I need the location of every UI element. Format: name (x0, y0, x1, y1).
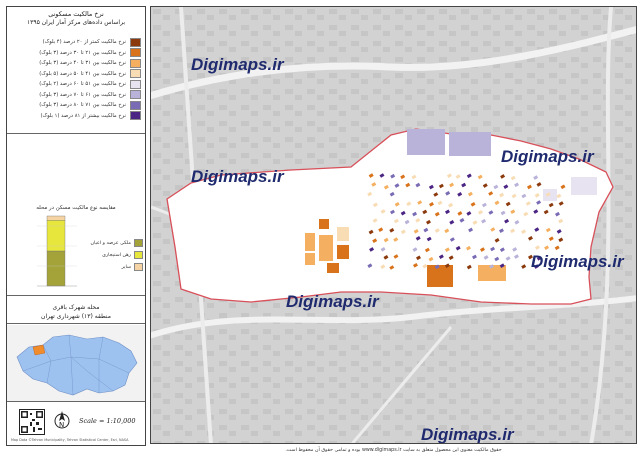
map-scale: Scale = 1:10,000 (79, 417, 136, 425)
legend-divider (7, 133, 145, 134)
chart-legend-swatch (134, 263, 143, 271)
neighborhood-name: محله شهرک باقری (52, 304, 100, 311)
parcel-west-e (327, 263, 339, 273)
parcel-purple-north-b (449, 132, 491, 156)
parcel-west-f (337, 227, 349, 241)
legend-swatch (130, 37, 141, 47)
legend-swatch (130, 48, 141, 58)
legend-item: نرخ مالکیت بین ۷۱ تا ۸۰ درصد (۳ بلوک) (11, 100, 141, 111)
legend-item: نرخ مالکیت بین ۲۱ تا ۳۰ درصد (۳ بلوک) (11, 48, 141, 59)
parcel-purple-north-a (407, 129, 445, 155)
district-13-marker (32, 344, 46, 356)
chart-legend-label: ملکی عرصه و اعیان (90, 240, 131, 246)
legend-item-label: نرخ مالکیت بین ۴۱ تا ۵۰ درصد (۵ بلوک) (39, 70, 126, 77)
legend-item: نرخ مالکیت بین ۴۱ تا ۵۰ درصد (۵ بلوک) (11, 69, 141, 80)
legend-item: نرخ مالکیت بیشتر از ۸۱ درصد (۱ بلوک) (11, 111, 141, 122)
chart-bar-owned (46, 250, 66, 287)
locator-inset-map (7, 325, 145, 401)
watermark-4: Digimaps.ir (286, 292, 379, 311)
chart-legend-label: سایر (121, 264, 131, 270)
location-divider (7, 295, 145, 296)
parcel-orange-south-a (427, 265, 453, 287)
legend-swatch (130, 58, 141, 68)
inset-divider-bottom (7, 401, 145, 402)
legend-item-label: نرخ مالکیت کمتر از ۲۰ درصد (۴ بلوک) (42, 39, 126, 46)
legend-panel: نرخ مالکیت مسکونی براساس داده‌های مرکز آ… (6, 6, 146, 446)
legend-item: نرخ مالکیت بین ۵۱ تا ۶۰ درصد (۲ بلوک) (11, 79, 141, 90)
legend-swatch (130, 69, 141, 79)
chart-bar-other (46, 215, 66, 221)
svg-text:N: N (59, 421, 64, 429)
district-name: منطقه (۱۳) شهرداری تهران (41, 313, 111, 320)
inset-divider-top (7, 323, 145, 324)
north-arrow-icon: N (53, 409, 71, 431)
legend-subtitle: براساس داده‌های مرکز آمار ایران ۱۳۹۵ (26, 19, 126, 26)
legend-item: نرخ مالکیت کمتر از ۲۰ درصد (۴ بلوک) (11, 37, 141, 48)
legend-item-label: نرخ مالکیت بین ۷۱ تا ۸۰ درصد (۳ بلوک) (39, 102, 126, 109)
legend-item-label: نرخ مالکیت بیشتر از ۸۱ درصد (۱ بلوک) (40, 112, 126, 119)
legend-swatch (130, 111, 141, 121)
watermark-3: Digimaps.ir (191, 167, 284, 186)
chart-legend-item: رهن استیجاری (87, 249, 143, 261)
chart-legend-label: رهن استیجاری (102, 252, 131, 258)
map-sheet: نرخ مالکیت مسکونی براساس داده‌های مرکز آ… (0, 0, 643, 461)
legend-item-label: نرخ مالکیت بین ۲۱ تا ۳۰ درصد (۳ بلوک) (39, 49, 126, 56)
legend-swatch (130, 100, 141, 110)
copyright-footer: حقوق مالکیت معنوی این محصول متعلق به سای… (285, 448, 502, 453)
qr-code (19, 409, 45, 435)
chart-legend-swatch (134, 251, 143, 259)
watermark-5: Digimaps.ir (531, 252, 624, 271)
chart-bar-rent (46, 219, 66, 252)
parcel-west-a (305, 233, 315, 251)
map-canvas[interactable]: Digimaps.ir Digimaps.ir Digimaps.ir Digi… (150, 6, 637, 444)
chart-legend-item: ملکی عرصه و اعیان (87, 237, 143, 249)
watermark-1: Digimaps.ir (191, 55, 284, 74)
legend-swatch (130, 90, 141, 100)
parcel-west-d (319, 235, 333, 261)
legend-item: نرخ مالکیت بین ۳۱ تا ۴۰ درصد (۳ بلوک) (11, 58, 141, 69)
chart-legend-swatch (134, 239, 143, 247)
legend-list: نرخ مالکیت کمتر از ۲۰ درصد (۴ بلوک) نرخ م… (11, 37, 141, 121)
watermark-2: Digimaps.ir (501, 147, 594, 166)
legend-item-label: نرخ مالکیت بین ۵۱ تا ۶۰ درصد (۲ بلوک) (39, 81, 126, 88)
legend-item-label: نرخ مالکیت بین ۶۱ تا ۷۰ درصد (۳ بلوک) (39, 91, 126, 98)
parcel-west-g (337, 245, 349, 259)
legend-item-label: نرخ مالکیت بین ۳۱ تا ۴۰ درصد (۳ بلوک) (39, 60, 126, 67)
chart-legend-item: سایر (87, 261, 143, 273)
legend-title: نرخ مالکیت مسکونی (48, 10, 104, 18)
parcel-west-b (305, 253, 315, 265)
legend-swatch (130, 79, 141, 89)
parcel-west-c (319, 219, 329, 229)
data-credit: Map Data ©Tehran Municipality, Tehran St… (11, 438, 129, 442)
chart-legend: ملکی عرصه و اعیان رهن استیجاری سایر (87, 237, 143, 273)
watermark-6: Digimaps.ir (421, 425, 514, 444)
legend-item: نرخ مالکیت بین ۶۱ تا ۷۰ درصد (۳ بلوک) (11, 90, 141, 101)
parcel-east-a (571, 177, 597, 195)
